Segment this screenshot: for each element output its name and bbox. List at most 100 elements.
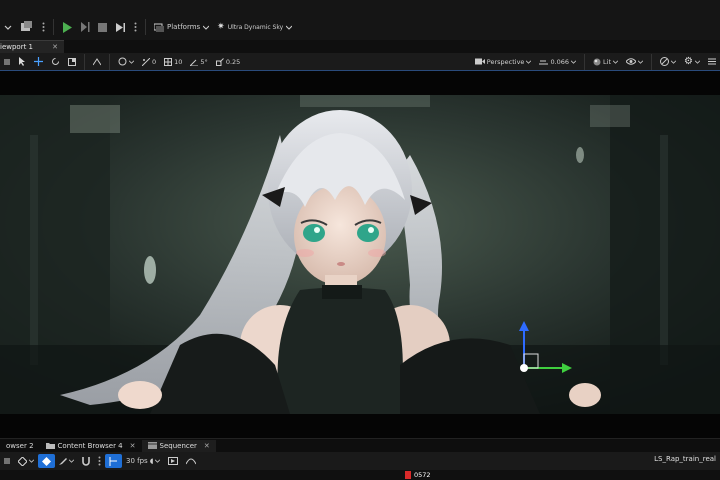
render-movie-button[interactable]	[164, 454, 182, 468]
snap-icon	[142, 57, 150, 66]
scale-tool-button[interactable]	[64, 54, 80, 70]
surface-snap-button[interactable]	[89, 54, 105, 70]
close-icon[interactable]: ✕	[52, 43, 58, 51]
viewport-settings-dropdown[interactable]: ⚙	[680, 54, 704, 70]
curve-editor-button[interactable]	[182, 454, 200, 468]
add-key-icon	[42, 456, 51, 466]
rotation-snap-control[interactable]: 0	[138, 54, 160, 70]
stop-button[interactable]	[94, 18, 111, 36]
surface-snap-icon	[93, 57, 101, 65]
platforms-dropdown[interactable]: Platforms	[150, 18, 213, 36]
viewport-layout-button[interactable]	[704, 54, 720, 70]
select-arrow-icon	[19, 57, 25, 66]
eject-button[interactable]	[111, 18, 130, 36]
select-tool-button[interactable]	[14, 54, 30, 70]
perspective-dropdown[interactable]: Perspective	[471, 54, 536, 70]
chevron-down-icon	[613, 60, 619, 64]
chevron-down-icon	[526, 60, 532, 64]
stop-icon	[98, 22, 107, 32]
chevron-down-icon	[671, 60, 677, 64]
sequencer-icon	[147, 442, 157, 449]
chevron-down-icon	[129, 60, 134, 64]
keyframe-icon	[18, 456, 27, 466]
editor-tab-bar: iewport 1 ✕	[0, 40, 720, 53]
camera-speed-value: 0.066	[550, 57, 570, 66]
platforms-label: Platforms	[167, 23, 201, 31]
angle-snap-value: 5°	[200, 57, 208, 66]
lit-sphere-icon	[593, 58, 601, 65]
menu-icon	[4, 458, 10, 464]
playhead[interactable]: 0572	[402, 471, 434, 479]
close-icon[interactable]: ✕	[130, 442, 136, 450]
snap-toggle[interactable]	[78, 454, 94, 468]
close-icon[interactable]: ✕	[204, 442, 210, 450]
platforms-icon	[154, 23, 164, 32]
pencil-icon	[59, 458, 67, 465]
angle-snap-control[interactable]: 5°	[186, 54, 211, 70]
sequencer-timeline[interactable]: 0572	[0, 470, 720, 480]
chevron-down-icon	[203, 25, 210, 30]
edit-mode-dropdown[interactable]	[55, 454, 78, 468]
camera-icon	[474, 58, 485, 65]
viewport-menu-button[interactable]	[0, 54, 14, 70]
tab-sequencer[interactable]: Sequencer ✕	[141, 439, 216, 452]
skip-icon	[81, 22, 90, 32]
tab-viewport-1[interactable]: iewport 1 ✕	[0, 40, 64, 53]
auto-key-button[interactable]	[38, 454, 55, 468]
settings-icon: ⚙	[684, 56, 693, 67]
tab-content-browser-2[interactable]: owser 2	[0, 440, 40, 452]
tab-label: Sequencer	[159, 441, 197, 450]
scale-snap-value: 0.25	[225, 57, 241, 66]
viewport-toolbar: 0 10 5° 0.25 Perspective 0.066 Lit ⚙	[0, 53, 720, 71]
perspective-label: Perspective	[486, 57, 525, 66]
blueprint-icon[interactable]	[16, 18, 38, 36]
sequencer-menu-button[interactable]	[0, 454, 14, 468]
current-frame: 0572	[414, 471, 431, 479]
grid-snap-control[interactable]: 10	[160, 54, 186, 70]
frame-rate-dropdown[interactable]: 30 fps ◖	[122, 454, 164, 468]
chevron-down-icon	[571, 60, 577, 64]
more-options-icon[interactable]	[94, 454, 105, 468]
chevron-down-icon	[286, 25, 293, 30]
sequencer-toolbar: 30 fps ◖ LS_Rap_train_real	[0, 452, 720, 470]
fps-label: 30 fps	[126, 457, 148, 465]
rotation-snap-value: 0	[152, 57, 157, 66]
realtime-toggle[interactable]	[656, 54, 680, 70]
speaker-icon: ◖	[149, 457, 154, 465]
keyframe-dropdown[interactable]	[14, 454, 38, 468]
view-mode-dropdown[interactable]: Lit	[589, 54, 622, 70]
menu-icon	[708, 58, 716, 65]
level-viewport[interactable]	[0, 71, 720, 438]
toolbar-divider	[145, 19, 146, 35]
dropdown-chevron-icon[interactable]	[0, 18, 16, 36]
more-options-icon[interactable]	[38, 18, 49, 36]
world-local-toggle[interactable]	[114, 54, 138, 70]
toolbar-divider	[109, 53, 110, 70]
move-tool-button[interactable]	[30, 54, 47, 70]
scale-snap-icon	[215, 57, 224, 66]
show-flags-dropdown[interactable]	[622, 54, 647, 70]
playback-range-button[interactable]	[105, 454, 122, 468]
cursor-range-icon	[109, 456, 117, 466]
chevron-down-icon	[29, 459, 34, 463]
main-toolbar: Platforms ✷ Ultra Dynamic Sky	[0, 14, 720, 40]
scale-snap-control[interactable]: 0.25	[212, 54, 244, 70]
view-mode-label: Lit	[603, 57, 612, 66]
rotate-tool-button[interactable]	[47, 54, 64, 70]
toolbar-divider	[53, 19, 54, 35]
title-bar	[0, 0, 720, 14]
tab-content-browser-4[interactable]: Content Browser 4 ✕	[40, 440, 142, 452]
curve-icon	[186, 458, 197, 465]
eject-icon	[116, 22, 125, 32]
move-icon	[34, 57, 43, 66]
play-options-icon[interactable]	[130, 18, 141, 36]
skip-button[interactable]	[76, 18, 94, 36]
grid-snap-value: 10	[174, 57, 183, 66]
play-button[interactable]	[58, 18, 76, 36]
speed-icon	[539, 60, 549, 65]
playhead-marker	[405, 471, 411, 479]
scale-icon	[68, 57, 76, 66]
sky-dropdown[interactable]: ✷ Ultra Dynamic Sky	[213, 18, 296, 36]
camera-speed-dropdown[interactable]: 0.066	[535, 54, 580, 70]
realtime-icon	[660, 57, 670, 66]
